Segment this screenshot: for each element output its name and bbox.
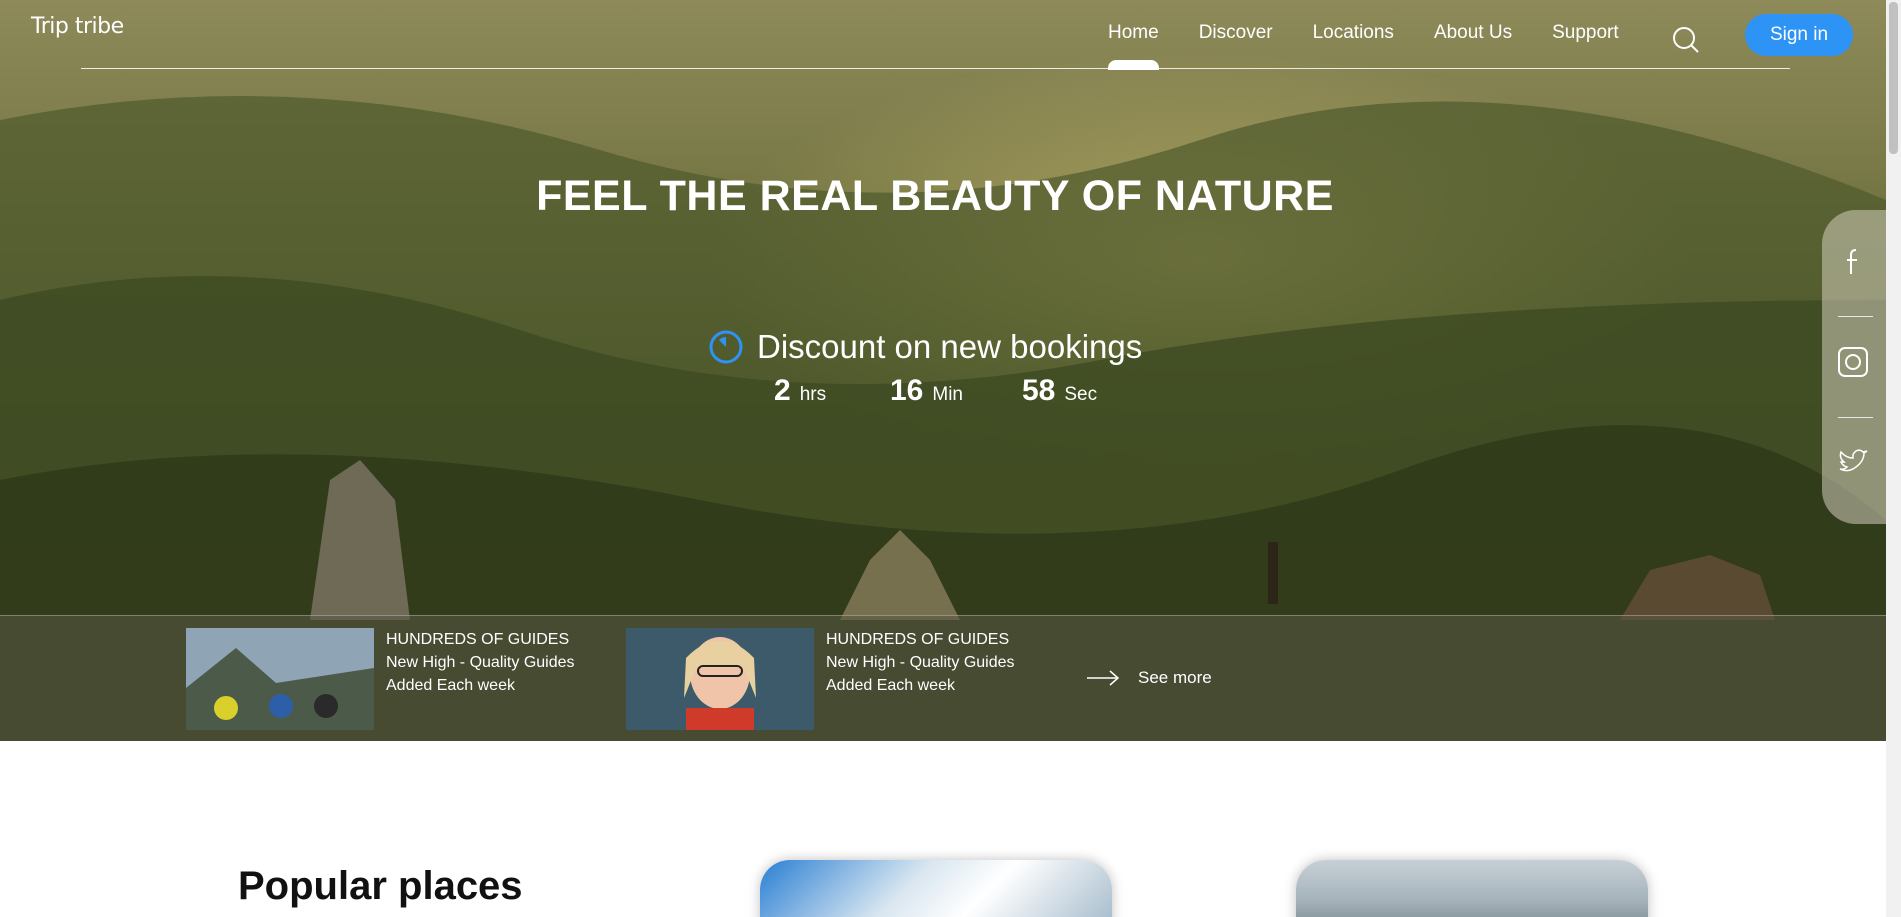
page-scrollbar[interactable] <box>1886 0 1901 917</box>
see-more-link[interactable]: See more <box>1086 668 1212 688</box>
social-divider <box>1838 316 1873 317</box>
hero-headline: FEEL THE REAL BEAUTY OF NATURE <box>536 172 1334 220</box>
discount-banner: Discount on new bookings <box>709 328 1142 366</box>
timer-hours-value: 2 <box>774 374 791 407</box>
discount-label: Discount on new bookings <box>757 328 1143 365</box>
sign-in-button[interactable]: Sign in <box>1745 14 1853 56</box>
timer-seconds: 58 Sec <box>1022 374 1097 408</box>
social-sidebar <box>1822 210 1886 524</box>
timer-minutes-unit: Min <box>932 384 963 405</box>
timer-seconds-unit: Sec <box>1064 384 1098 405</box>
guides-strip: HUNDREDS OF GUIDES New High - Quality Gu… <box>0 615 1886 741</box>
guide-card[interactable]: HUNDREDS OF GUIDES New High - Quality Gu… <box>626 628 1036 730</box>
see-more-label: See more <box>1138 668 1212 687</box>
guide-card-image <box>186 628 374 730</box>
brand-logo[interactable]: Trip tribe <box>31 14 124 39</box>
timer-hours: 2 hrs <box>774 374 890 408</box>
countdown-timer: 2 hrs 16 Min 58 Sec <box>774 374 1097 408</box>
guide-card-text: HUNDREDS OF GUIDES New High - Quality Gu… <box>386 628 596 730</box>
clock-icon <box>709 330 743 364</box>
nav-home[interactable]: Home <box>1108 22 1159 70</box>
guide-card-tag: HUNDREDS OF GUIDES <box>826 631 1010 648</box>
scrollbar-thumb[interactable] <box>1889 2 1898 154</box>
guide-card-description: New High - Quality Guides Added Each wee… <box>386 654 575 694</box>
arrow-right-icon <box>1087 670 1120 686</box>
instagram-icon[interactable] <box>1836 345 1870 379</box>
timer-minutes-value: 16 <box>890 374 924 407</box>
nav-discover[interactable]: Discover <box>1199 22 1273 44</box>
search-icon[interactable] <box>1672 26 1700 54</box>
main-nav: Home Discover Locations About Us Support <box>1108 22 1619 70</box>
nav-divider <box>81 68 1790 69</box>
guide-card-tag: HUNDREDS OF GUIDES <box>386 631 570 648</box>
timer-hours-unit: hrs <box>799 384 827 405</box>
hero-section: Trip tribe Home Discover Locations About… <box>0 0 1886 741</box>
twitter-icon[interactable] <box>1836 445 1870 479</box>
guide-card-text: HUNDREDS OF GUIDES New High - Quality Gu… <box>826 628 1036 730</box>
nav-support[interactable]: Support <box>1552 22 1619 44</box>
guide-card-image <box>626 628 814 730</box>
timer-minutes: 16 Min <box>890 374 1022 408</box>
social-divider <box>1838 417 1873 418</box>
popular-place-card[interactable] <box>760 860 1112 917</box>
guide-card-description: New High - Quality Guides Added Each wee… <box>826 654 1015 694</box>
nav-locations[interactable]: Locations <box>1313 22 1394 44</box>
guide-card[interactable]: HUNDREDS OF GUIDES New High - Quality Gu… <box>186 628 596 730</box>
nav-about-us[interactable]: About Us <box>1434 22 1512 44</box>
timer-seconds-value: 58 <box>1022 374 1056 407</box>
facebook-icon[interactable] <box>1836 244 1870 278</box>
popular-place-card[interactable] <box>1296 860 1648 917</box>
popular-places-title: Popular places <box>238 864 523 908</box>
